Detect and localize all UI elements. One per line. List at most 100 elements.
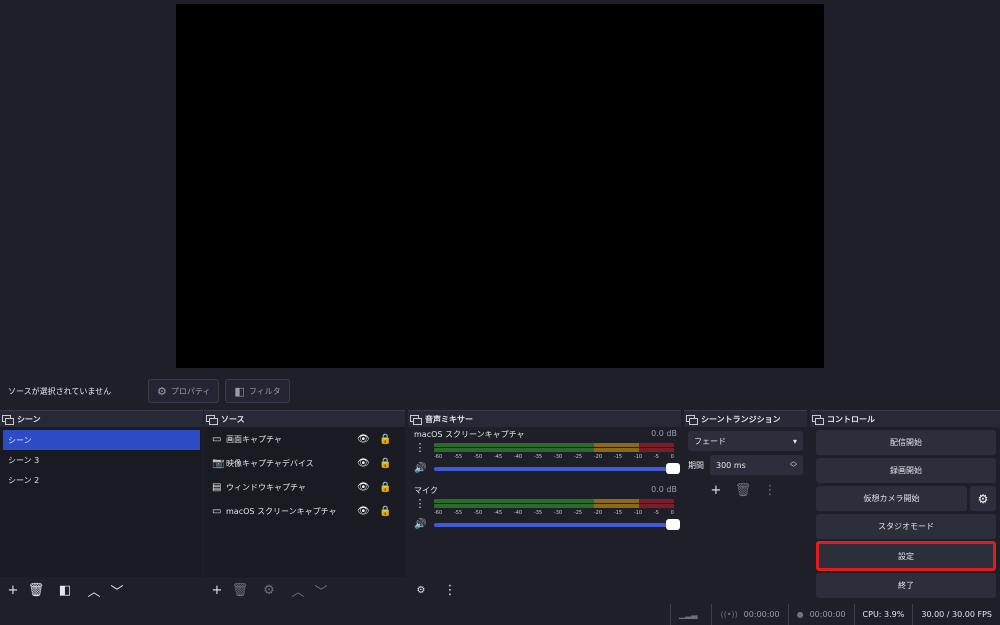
preview-canvas[interactable]	[176, 4, 824, 368]
scenes-list: シーン シーン 3 シーン 2	[0, 427, 203, 577]
transitions-title: シーントランジション	[701, 414, 781, 424]
speaker-icon[interactable]: 🔊	[414, 463, 428, 474]
start-streaming-button[interactable]: 配信開始	[816, 430, 996, 455]
kebab-menu-icon[interactable]: ⋮	[414, 442, 426, 453]
settings-button[interactable]: 設定	[816, 541, 996, 571]
lock-icon[interactable]: 🔒	[379, 506, 393, 517]
studio-mode-button[interactable]: スタジオモード	[816, 514, 996, 539]
add-source-button[interactable]: +	[208, 581, 226, 599]
advanced-audio-button[interactable]: ⚙	[412, 581, 430, 599]
filters-button[interactable]: ◧ フィルタ	[225, 379, 290, 403]
eye-icon[interactable]: 👁	[357, 458, 371, 469]
chevron-down-icon: ﹀	[314, 584, 328, 600]
preview-area	[0, 0, 1000, 372]
source-item[interactable]: ▤ ウィンドウキャプチャ 👁 🔒	[204, 475, 405, 499]
start-virtual-camera-button[interactable]: 仮想カメラ開始	[816, 486, 967, 511]
add-scene-button[interactable]: +	[4, 581, 22, 599]
source-item[interactable]: 📷 映像キャプチャデバイス 👁 🔒	[204, 451, 405, 475]
chevron-down-icon: ﹀	[110, 584, 124, 600]
slider-handle[interactable]	[666, 462, 680, 474]
settings-label: 設定	[898, 551, 914, 561]
kebab-menu-icon[interactable]: ⋮	[414, 498, 426, 509]
virtual-camera-settings-button[interactable]: ⚙	[970, 486, 996, 511]
caret-down-icon: ▾	[792, 436, 797, 446]
transitions-body: フェード ▾ 期間 300 ms ︿ ﹀ + 🗑 ⋮	[684, 427, 807, 603]
gear-icon: ⚙	[263, 582, 275, 598]
studio-mode-label: スタジオモード	[878, 522, 934, 531]
speaker-icon[interactable]: 🔊	[414, 519, 428, 530]
volume-slider[interactable]	[434, 518, 680, 530]
sources-dock-title[interactable]: ソース	[204, 410, 405, 427]
controls-dock-title[interactable]: コントロール	[810, 410, 1000, 427]
plus-icon: +	[211, 582, 223, 598]
duration-spinbox[interactable]: 300 ms ︿ ﹀	[710, 455, 803, 475]
lock-icon[interactable]: 🔒	[379, 458, 393, 469]
lock-icon[interactable]: 🔒	[379, 434, 393, 445]
transition-select[interactable]: フェード ▾	[688, 431, 803, 451]
transitions-dock-title[interactable]: シーントランジション	[684, 410, 807, 427]
meter-ticks: -60 -55 -50 -45 -40 -35 -30 -25 -20 -15 -10 -5 0	[434, 510, 674, 516]
scene-item[interactable]: シーン	[3, 430, 200, 450]
cpu-usage: CPU: 3.9%	[862, 610, 905, 619]
mixer-dock-title[interactable]: 音声ミキサー	[408, 410, 681, 427]
source-item[interactable]: ▭ 画面キャプチャ 👁 🔒	[204, 427, 405, 451]
scenes-dock-title[interactable]: シーン	[0, 410, 203, 427]
eye-icon[interactable]: 👁	[357, 506, 371, 517]
scene-item[interactable]: シーン 2	[0, 470, 203, 490]
duration-label: 期間	[688, 460, 704, 470]
chevron-up-icon: ︿	[87, 584, 101, 600]
fps-status: 30.00 / 30.00 FPS	[912, 604, 1000, 625]
status-bar: ▁▂▃ ((•)) 00:00:00 ● 00:00:00 CPU: 3.9% …	[0, 604, 1000, 625]
sources-toolbar: + 🗑 ⚙ ︿ ﹀	[204, 577, 405, 603]
monitor-icon: ▭	[212, 505, 222, 517]
transition-value: フェード	[694, 436, 726, 446]
scene-filters-button[interactable]: ◧	[56, 581, 74, 599]
mixer-menu-button[interactable]: ⋮	[441, 581, 459, 599]
move-scene-down-button[interactable]: ﹀	[108, 581, 126, 600]
volume-meter: -60 -55 -50 -45 -40 -35 -30 -25 -20 -15 -10 -5 0	[434, 443, 674, 460]
filter-icon: ◧	[234, 384, 245, 398]
volume-slider[interactable]	[434, 462, 680, 474]
start-streaming-label: 配信開始	[890, 438, 922, 447]
source-item[interactable]: ▭ macOS スクリーンキャプチャ 👁 🔒	[204, 499, 405, 523]
record-status: ● 00:00:00	[787, 604, 854, 625]
properties-button[interactable]: ⚙ プロパティ	[148, 379, 220, 403]
lock-icon[interactable]: 🔒	[379, 482, 393, 493]
gear-icon: ⚙	[157, 384, 167, 398]
transition-menu-button[interactable]: ⋮	[761, 481, 779, 499]
controls-body: 配信開始 録画開始 仮想カメラ開始 ⚙ スタジオモード 設定 終了	[810, 427, 1000, 603]
source-label: 映像キャプチャデバイス	[226, 458, 314, 468]
eye-icon[interactable]: 👁	[357, 482, 371, 493]
dock-float-icon	[2, 414, 14, 425]
move-source-up-button[interactable]: ︿	[289, 581, 307, 600]
start-virtual-camera-label: 仮想カメラ開始	[863, 494, 920, 503]
source-label: 画面キャプチャ	[226, 434, 282, 444]
add-transition-button[interactable]: +	[707, 481, 725, 499]
channel-db: 0.0 dB	[651, 485, 677, 494]
spin-arrows-icon[interactable]: ︿ ﹀	[790, 458, 797, 472]
remove-scene-button[interactable]: 🗑	[27, 581, 45, 599]
filter-icon: ◧	[58, 582, 72, 598]
slider-handle[interactable]	[666, 518, 680, 530]
scene-item[interactable]: シーン 3	[0, 450, 203, 470]
filters-label: フィルタ	[248, 386, 281, 396]
source-properties-button[interactable]: ⚙	[260, 581, 278, 599]
remove-source-button[interactable]: 🗑	[231, 581, 249, 599]
move-source-down-button[interactable]: ﹀	[312, 581, 330, 600]
trash-icon: 🗑	[231, 582, 249, 598]
scene-item-label: シーン 2	[8, 475, 40, 485]
context-bar: ソースが選択されていません ⚙ プロパティ ◧ フィルタ	[0, 374, 1000, 408]
plus-icon: +	[710, 482, 722, 498]
start-recording-button[interactable]: 録画開始	[816, 458, 996, 483]
chevron-up-icon: ︿	[291, 584, 305, 600]
record-dot-icon: ●	[796, 610, 804, 619]
remove-transition-button[interactable]: 🗑	[734, 481, 752, 499]
exit-button[interactable]: 終了	[816, 573, 996, 598]
properties-label: プロパティ	[170, 386, 211, 396]
move-scene-up-button[interactable]: ︿	[85, 581, 103, 600]
eye-icon[interactable]: 👁	[357, 434, 371, 445]
kebab-menu-icon: ⋮	[763, 482, 777, 498]
stream-time: 00:00:00	[743, 610, 780, 619]
kebab-menu-icon: ⋮	[443, 582, 457, 598]
cpu-status: CPU: 3.9%	[853, 604, 913, 625]
